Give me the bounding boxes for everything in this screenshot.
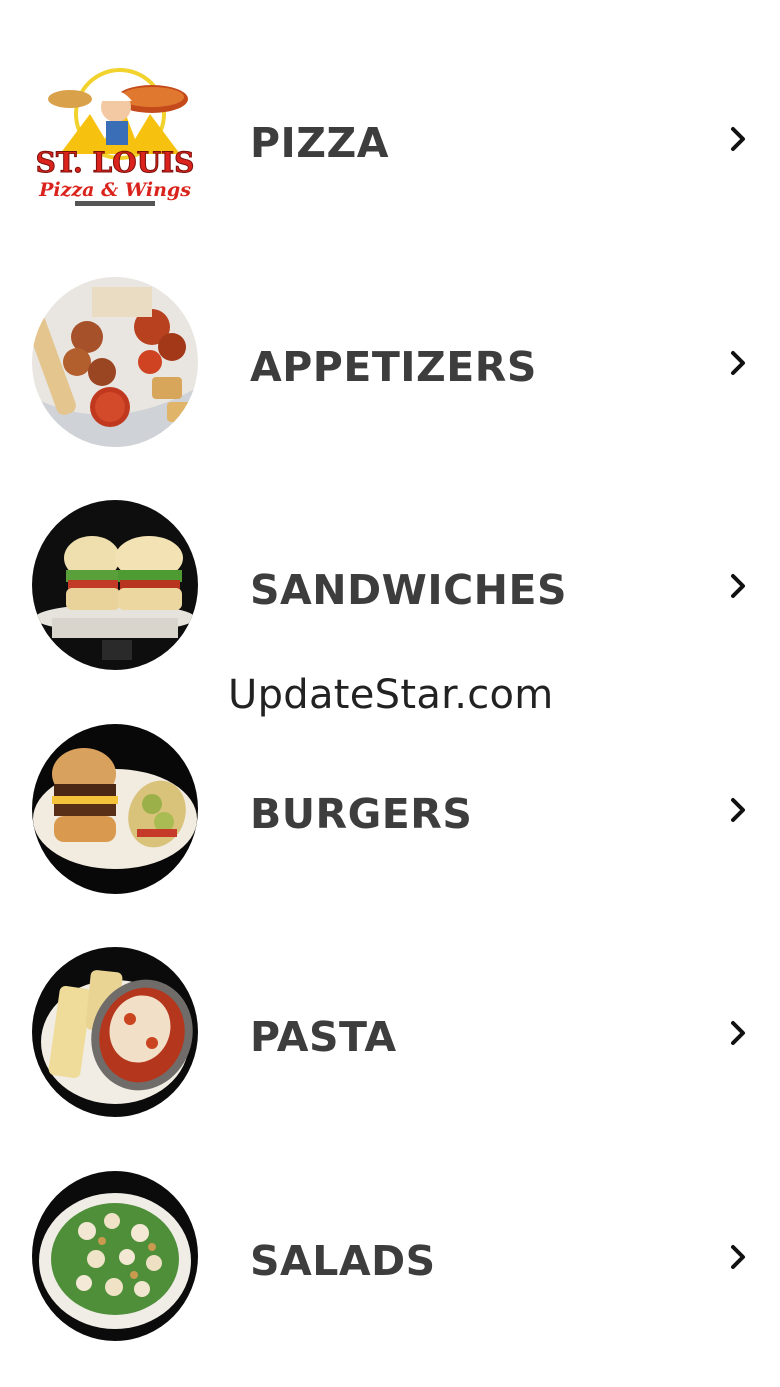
- pasta-image: [32, 947, 198, 1117]
- menu-item-label: SANDWICHES: [250, 566, 568, 614]
- menu-item-pizza[interactable]: ST. LOUIS Pizza & Wings PIZZA: [0, 27, 780, 251]
- watermark-text: UpdateStar.com: [228, 672, 554, 718]
- chevron-right-icon: [722, 571, 752, 601]
- salads-image: [32, 1170, 198, 1341]
- menu-item-burgers[interactable]: BURGERS: [0, 698, 780, 922]
- menu-item-label: APPETIZERS: [250, 342, 537, 391]
- st-louis-pizza-logo: ST. LOUIS Pizza & Wings: [30, 59, 200, 219]
- menu-page: ST. LOUIS Pizza & Wings PIZZA APPETIZERS…: [0, 0, 780, 1387]
- menu-item-sandwiches[interactable]: SANDWICHES: [0, 474, 780, 698]
- menu-item-appetizers[interactable]: APPETIZERS: [0, 251, 780, 475]
- logo-line2: Pizza & Wings: [38, 179, 191, 201]
- sandwiches-image: [32, 500, 198, 670]
- menu-item-label: PIZZA: [250, 119, 389, 167]
- menu-item-label: PASTA: [250, 1013, 397, 1061]
- menu-item-label: SALADS: [250, 1236, 436, 1285]
- menu-item-pasta[interactable]: PASTA: [0, 921, 780, 1145]
- burgers-image: [32, 723, 198, 894]
- chevron-right-icon: [722, 795, 752, 825]
- menu-item-label: BURGERS: [250, 789, 473, 838]
- appetizers-image: [32, 276, 198, 447]
- logo-line1: ST. LOUIS: [36, 146, 195, 179]
- chevron-right-icon: [722, 124, 752, 154]
- chevron-right-icon: [722, 1242, 752, 1272]
- menu-item-salads[interactable]: SALADS: [0, 1145, 780, 1369]
- chevron-right-icon: [722, 348, 752, 378]
- chevron-right-icon: [722, 1018, 752, 1048]
